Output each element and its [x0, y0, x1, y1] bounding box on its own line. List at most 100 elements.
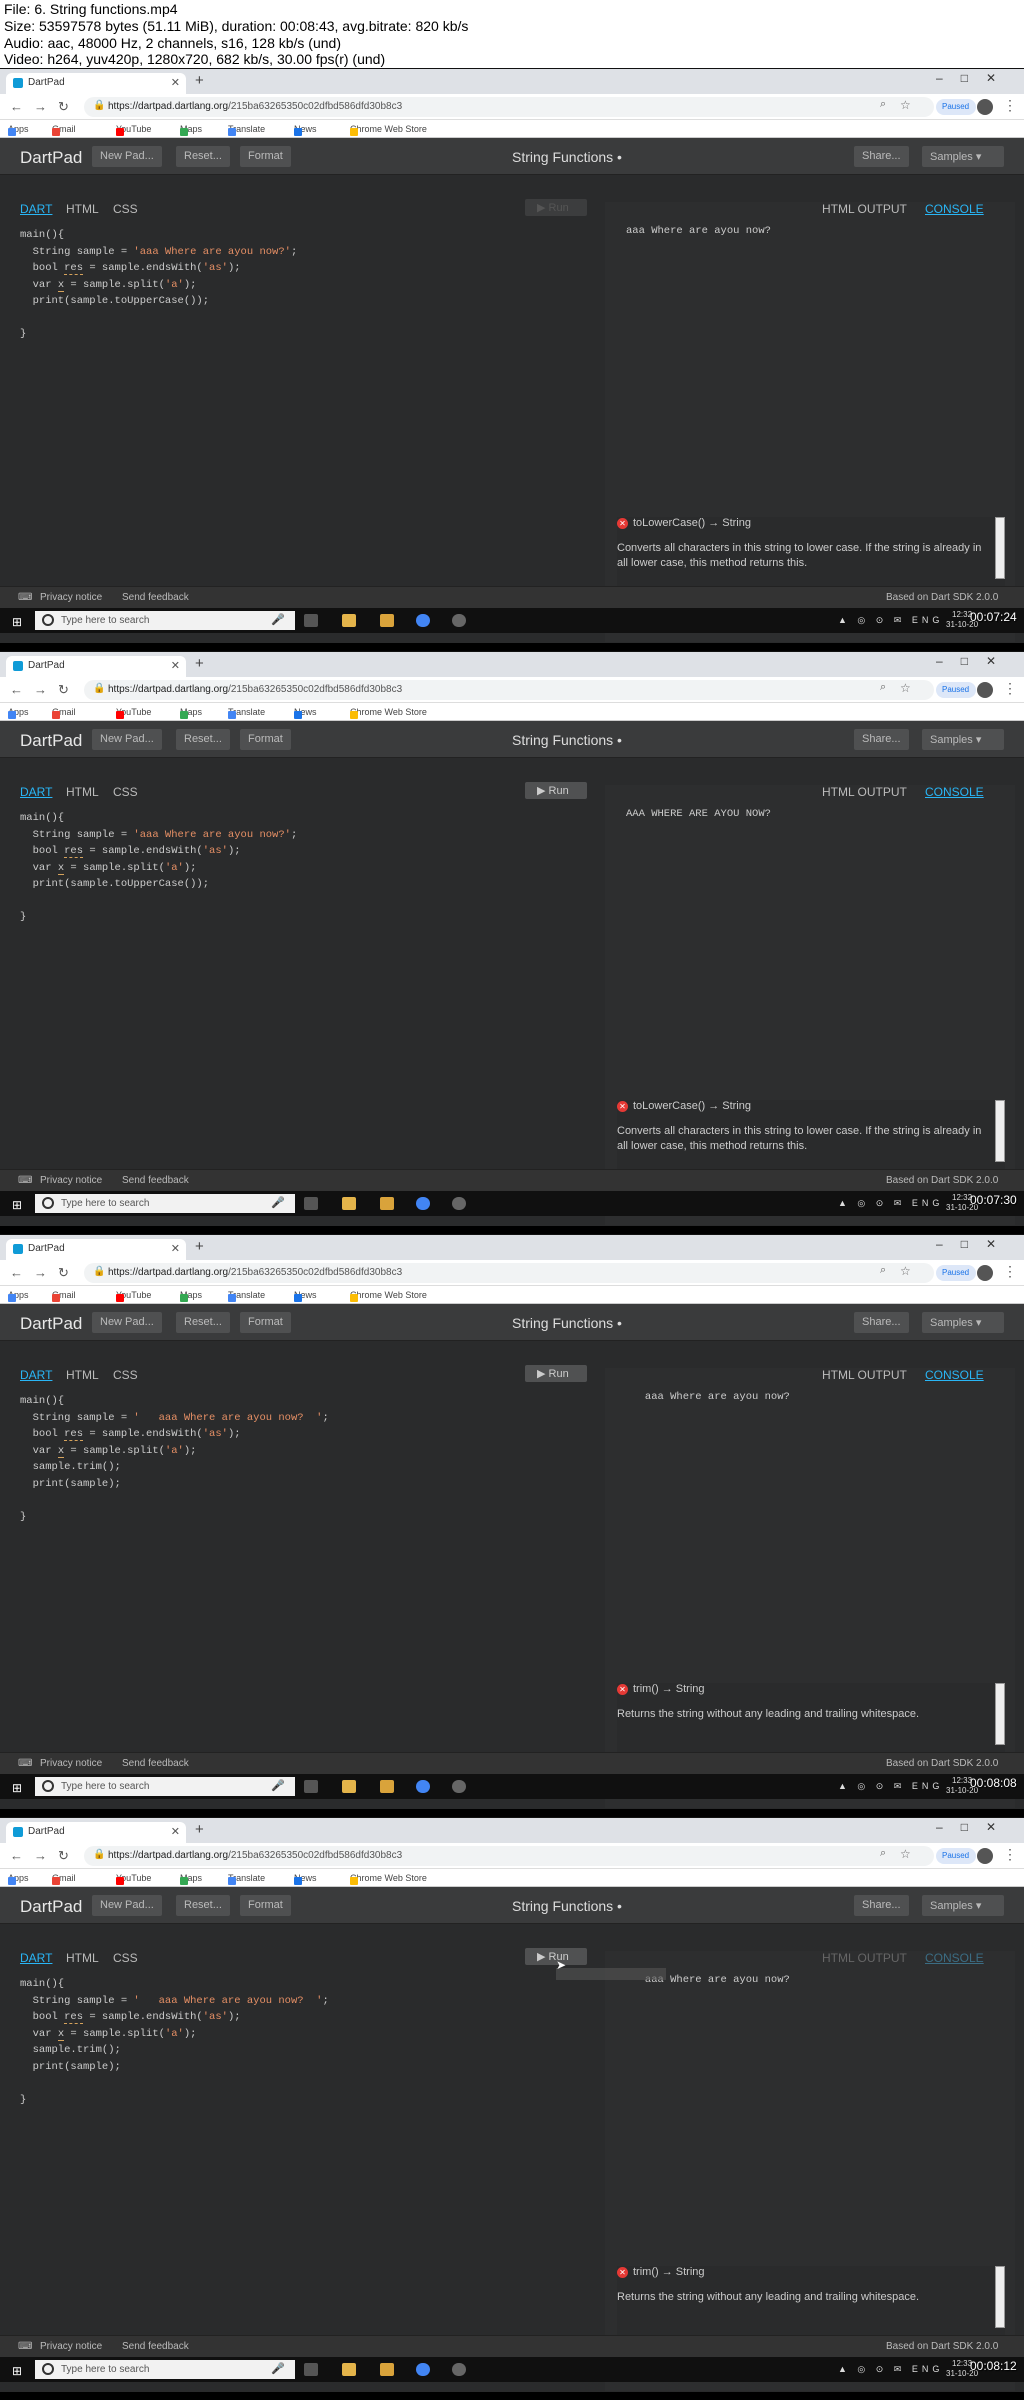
close-tab-icon[interactable]: ✕ [171, 1825, 180, 1838]
code-editor[interactable]: main(){ String sample = ' aaa Where are … [20, 1393, 329, 1525]
reload-icon[interactable]: ↻ [58, 99, 69, 115]
sync-paused-badge[interactable]: Paused [936, 1265, 976, 1281]
samples-dropdown[interactable]: Samples ▾ [922, 729, 1004, 750]
bookmark-item[interactable]: Apps [8, 707, 29, 719]
menu-icon[interactable]: ⋮ [1003, 97, 1017, 114]
bookmark-item[interactable]: News [294, 124, 317, 136]
tab-html[interactable]: HTML [66, 1951, 99, 1965]
samples-dropdown[interactable]: Samples ▾ [922, 1895, 1004, 1916]
zoom-icon[interactable]: ⌕ [880, 681, 886, 694]
samples-dropdown[interactable]: Samples ▾ [922, 146, 1004, 167]
bookmark-item[interactable]: Maps [180, 707, 202, 719]
forward-icon[interactable]: → [34, 99, 47, 114]
format-button[interactable]: Format [240, 146, 291, 167]
forward-icon[interactable]: → [34, 1265, 47, 1280]
window-controls[interactable]: –□✕ [936, 71, 1014, 85]
back-icon[interactable]: ← [10, 99, 23, 114]
new-pad-button[interactable]: New Pad... [92, 1895, 162, 1916]
system-tray[interactable]: ▲ ◎ ⊙ ✉ ENG [838, 1198, 943, 1209]
format-button[interactable]: Format [240, 1895, 291, 1916]
new-tab-icon[interactable]: + [195, 1821, 204, 1838]
privacy-link[interactable]: Privacy notice [40, 2341, 102, 2352]
tab-dart[interactable]: DART [20, 202, 52, 216]
app-icon[interactable] [452, 614, 466, 627]
bookmark-item[interactable]: YouTube [116, 1873, 151, 1885]
app-icon[interactable] [452, 1197, 466, 1210]
bookmark-item[interactable]: News [294, 707, 317, 719]
tab-html-output[interactable]: HTML OUTPUT [822, 1368, 907, 1382]
browser-tab[interactable]: DartPad ✕ [6, 656, 186, 677]
bookmark-star-icon[interactable]: ☆ [900, 681, 911, 695]
file-explorer-icon[interactable] [342, 2363, 356, 2376]
tab-console[interactable]: CONSOLE [925, 785, 984, 799]
forward-icon[interactable]: → [34, 682, 47, 697]
privacy-link[interactable]: Privacy notice [40, 1175, 102, 1186]
microphone-icon[interactable]: 🎤 [271, 2362, 285, 2375]
task-view-icon[interactable] [304, 2363, 318, 2376]
file-explorer-icon[interactable] [342, 1197, 356, 1210]
url-field[interactable]: 🔒 https://dartpad.dartlang.org/215ba6326… [84, 1263, 934, 1283]
share-button[interactable]: Share... [854, 1895, 909, 1916]
sync-paused-badge[interactable]: Paused [936, 99, 976, 115]
browser-tab[interactable]: DartPad ✕ [6, 1239, 186, 1260]
media-player-icon[interactable] [380, 1780, 394, 1793]
browser-tab[interactable]: DartPad ✕ [6, 1822, 186, 1843]
bookmark-item[interactable]: Gmail [52, 1873, 76, 1885]
doc-scrollbar[interactable] [995, 1100, 1005, 1162]
media-player-icon[interactable] [380, 1197, 394, 1210]
new-tab-icon[interactable]: + [195, 655, 204, 672]
code-editor[interactable]: main(){ String sample = 'aaa Where are a… [20, 227, 297, 343]
chrome-icon[interactable] [416, 2363, 430, 2376]
doc-scrollbar[interactable] [995, 1683, 1005, 1745]
app-icon[interactable] [452, 1780, 466, 1793]
bookmark-star-icon[interactable]: ☆ [900, 98, 911, 112]
windows-start-icon[interactable]: ⊞ [12, 1198, 22, 1212]
new-tab-icon[interactable]: + [195, 1238, 204, 1255]
system-tray[interactable]: ▲ ◎ ⊙ ✉ ENG [838, 2364, 943, 2375]
bookmark-item[interactable]: YouTube [116, 707, 151, 719]
feedback-link[interactable]: Send feedback [122, 592, 189, 603]
task-view-icon[interactable] [304, 1780, 318, 1793]
run-button[interactable]: ▶ Run [525, 199, 587, 216]
reset-button[interactable]: Reset... [176, 729, 230, 750]
bookmark-item[interactable]: Translate [228, 707, 265, 719]
microphone-icon[interactable]: 🎤 [271, 1779, 285, 1792]
bookmark-item[interactable]: News [294, 1290, 317, 1302]
url-field[interactable]: 🔒 https://dartpad.dartlang.org/215ba6326… [84, 97, 934, 117]
close-tab-icon[interactable]: ✕ [171, 76, 180, 89]
window-controls[interactable]: –□✕ [936, 1237, 1014, 1251]
bookmark-item[interactable]: News [294, 1873, 317, 1885]
taskbar-search-input[interactable]: Type here to search 🎤 [35, 1194, 295, 1213]
tab-console[interactable]: CONSOLE [925, 1951, 984, 1965]
samples-dropdown[interactable]: Samples ▾ [922, 1312, 1004, 1333]
microphone-icon[interactable]: 🎤 [271, 1196, 285, 1209]
zoom-icon[interactable]: ⌕ [880, 1847, 886, 1860]
bookmark-star-icon[interactable]: ☆ [900, 1847, 911, 1861]
app-icon[interactable] [452, 2363, 466, 2376]
file-explorer-icon[interactable] [342, 614, 356, 627]
new-pad-button[interactable]: New Pad... [92, 146, 162, 167]
bookmark-item[interactable]: Gmail [52, 707, 76, 719]
system-tray[interactable]: ▲ ◎ ⊙ ✉ ENG [838, 1781, 943, 1792]
media-player-icon[interactable] [380, 2363, 394, 2376]
tab-dart[interactable]: DART [20, 785, 52, 799]
taskbar-search-input[interactable]: Type here to search 🎤 [35, 2360, 295, 2379]
windows-start-icon[interactable]: ⊞ [12, 615, 22, 629]
format-button[interactable]: Format [240, 1312, 291, 1333]
tab-console[interactable]: CONSOLE [925, 202, 984, 216]
code-editor[interactable]: main(){ String sample = ' aaa Where are … [20, 1976, 329, 2108]
reset-button[interactable]: Reset... [176, 1312, 230, 1333]
file-explorer-icon[interactable] [342, 1780, 356, 1793]
back-icon[interactable]: ← [10, 1848, 23, 1863]
feedback-link[interactable]: Send feedback [122, 2341, 189, 2352]
window-controls[interactable]: –□✕ [936, 654, 1014, 668]
tab-html[interactable]: HTML [66, 202, 99, 216]
windows-start-icon[interactable]: ⊞ [12, 2364, 22, 2378]
microphone-icon[interactable]: 🎤 [271, 613, 285, 626]
chrome-icon[interactable] [416, 1780, 430, 1793]
code-editor[interactable]: main(){ String sample = 'aaa Where are a… [20, 810, 297, 926]
zoom-icon[interactable]: ⌕ [880, 98, 886, 111]
tab-html-output[interactable]: HTML OUTPUT [822, 785, 907, 799]
tab-css[interactable]: CSS [113, 202, 138, 216]
bookmark-star-icon[interactable]: ☆ [900, 1264, 911, 1278]
